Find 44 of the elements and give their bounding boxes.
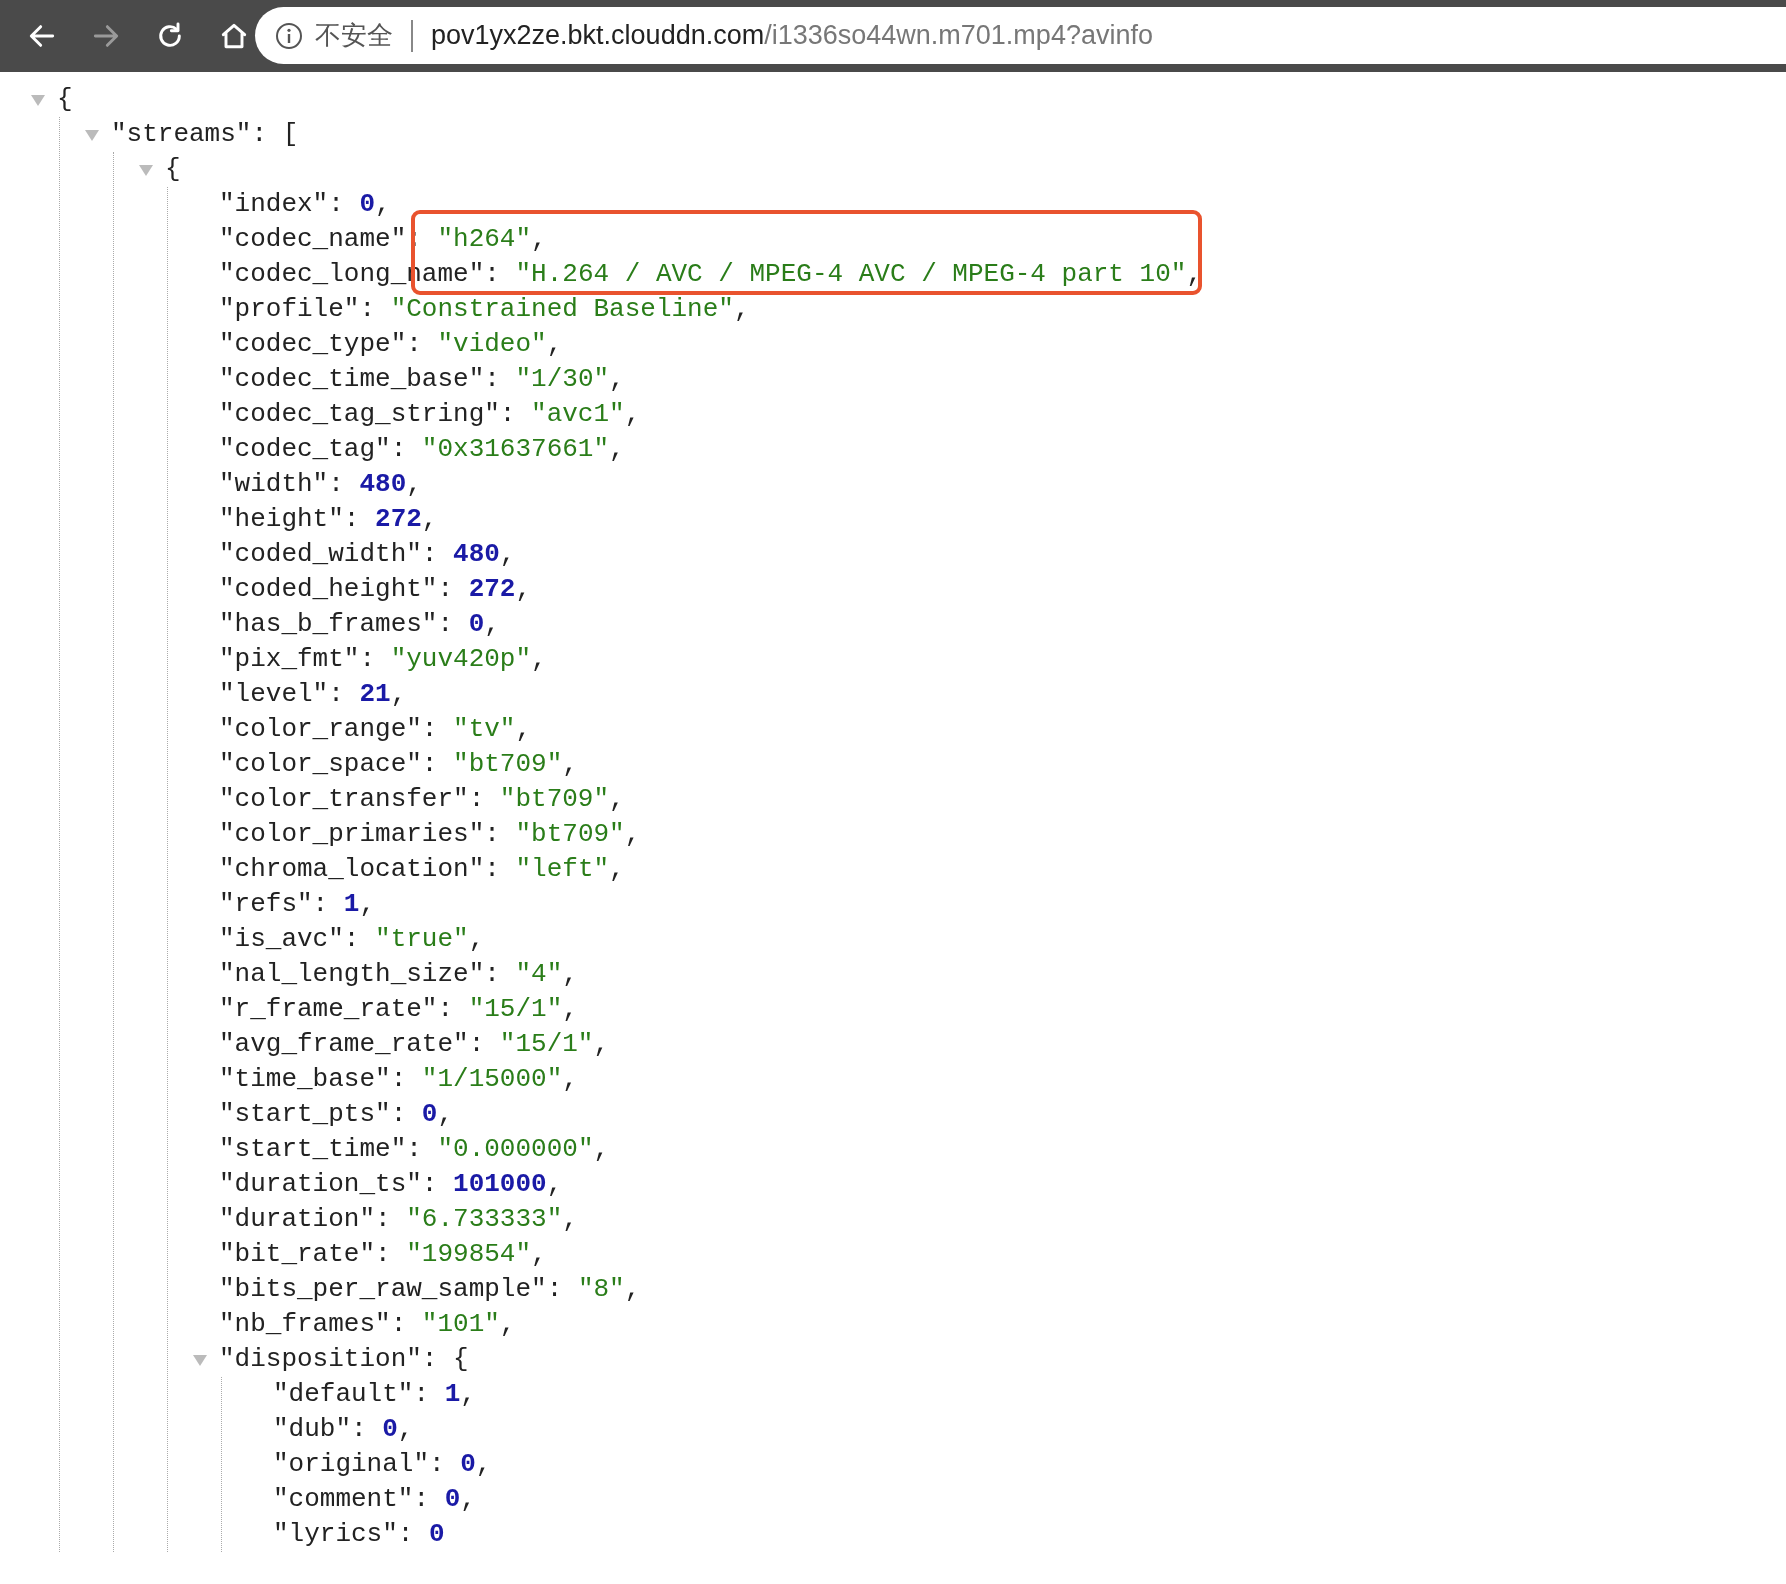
json-line: "codec_tag_string": "avc1",: [219, 398, 641, 431]
json-line: "height": 272,: [219, 503, 438, 536]
json-line: "codec_type": "video",: [219, 328, 563, 361]
json-line: "width": 480,: [219, 468, 422, 501]
security-label: 不安全: [315, 19, 393, 52]
json-line: "start_pts": 0,: [219, 1098, 454, 1131]
json-line: "pix_fmt": "yuv420p",: [219, 643, 547, 676]
json-line: "duration_ts": 101000,: [219, 1168, 563, 1201]
json-line: "nb_frames": "101",: [219, 1308, 516, 1341]
json-line: "profile": "Constrained Baseline",: [219, 293, 750, 326]
json-line: "color_range": "tv",: [219, 713, 532, 746]
json-line: "is_avc": "true",: [219, 923, 485, 956]
json-line: "disposition": {: [219, 1343, 469, 1376]
json-line: "original": 0,: [273, 1448, 492, 1481]
json-line: "bits_per_raw_sample": "8",: [219, 1273, 641, 1306]
json-line: {: [165, 153, 181, 186]
json-line: "index": 0,: [219, 188, 391, 221]
json-line: "default": 1,: [273, 1378, 476, 1411]
info-icon[interactable]: [275, 21, 303, 50]
json-line: "refs": 1,: [219, 888, 376, 921]
json-line: "avg_frame_rate": "15/1",: [219, 1028, 610, 1061]
json-line: "coded_height": 272,: [219, 573, 532, 606]
json-line: "coded_width": 480,: [219, 538, 516, 571]
json-line: "color_primaries": "bt709",: [219, 818, 641, 851]
json-line: "bit_rate": "199854",: [219, 1238, 547, 1271]
json-line: "comment": 0,: [273, 1483, 476, 1516]
address-bar[interactable]: 不安全 pov1yx2ze.bkt.clouddn.com/i1336so44wn.m701.mp4?avinfo: [255, 7, 1786, 64]
json-line: "duration": "6.733333",: [219, 1203, 578, 1236]
json-line: "streams": [: [111, 118, 299, 151]
json-line: "color_transfer": "bt709",: [219, 783, 625, 816]
json-line: "time_base": "1/15000",: [219, 1063, 578, 1096]
json-line: "level": 21,: [219, 678, 407, 711]
json-line: "start_time": "0.000000",: [219, 1133, 610, 1166]
json-line: "dub": 0,: [273, 1413, 414, 1446]
json-line: "r_frame_rate": "15/1",: [219, 993, 578, 1026]
url-text: pov1yx2ze.bkt.clouddn.com/i1336so44wn.m701.mp4?avinfo: [431, 20, 1153, 51]
json-line: {: [57, 83, 73, 116]
json-line: "color_space": "bt709",: [219, 748, 578, 781]
json-line: "codec_time_base": "1/30",: [219, 363, 625, 396]
json-line: "nal_length_size": "4",: [219, 958, 578, 991]
json-line: "codec_tag": "0x31637661",: [219, 433, 625, 466]
json-line: "has_b_frames": 0,: [219, 608, 500, 641]
json-line: "chroma_location": "left",: [219, 853, 625, 886]
json-line: "lyrics": 0: [273, 1518, 445, 1551]
